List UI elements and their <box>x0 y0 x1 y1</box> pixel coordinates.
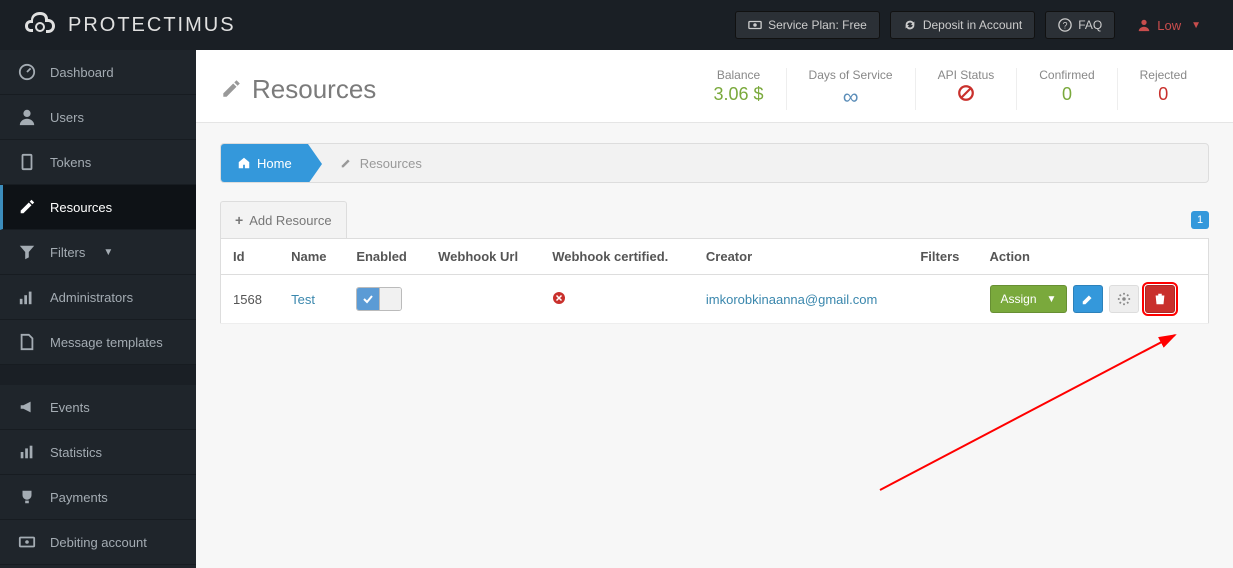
col-filters: Filters <box>908 239 977 275</box>
add-resource-button[interactable]: + Add Resource <box>220 201 347 238</box>
stat-balance: Balance 3.06 $ <box>691 68 785 110</box>
x-circle-icon <box>552 293 566 308</box>
plus-icon: + <box>235 212 243 228</box>
stat-confirmed: Confirmed 0 <box>1016 68 1116 110</box>
deposit-button[interactable]: Deposit in Account <box>890 11 1035 39</box>
user-menu[interactable]: Low ▼ <box>1125 12 1213 39</box>
edit-icon <box>220 78 242 100</box>
settings-button[interactable] <box>1109 285 1139 313</box>
gear-icon <box>1117 292 1131 306</box>
sidebar-item-label: Statistics <box>50 445 102 460</box>
topbar: PROTECTIMUS Service Plan: Free Deposit i… <box>0 0 1233 50</box>
sidebar-item-events[interactable]: Events <box>0 385 196 430</box>
sidebar-item-label: Events <box>50 400 90 415</box>
breadcrumb-current: Resources <box>328 156 434 171</box>
assign-button[interactable]: Assign ▼ <box>990 285 1068 313</box>
sidebar: Dashboard Users Tokens Resources Filters… <box>0 50 196 568</box>
user-icon <box>1137 18 1151 32</box>
sidebar-item-label: Payments <box>50 490 108 505</box>
sidebar-item-label: Users <box>50 110 84 125</box>
dashboard-icon <box>18 63 36 81</box>
edit-icon <box>340 156 354 170</box>
cell-id: 1568 <box>221 275 280 324</box>
file-icon <box>18 333 36 351</box>
sidebar-item-label: Tokens <box>50 155 91 170</box>
stat-api: API Status <box>915 68 1017 110</box>
edit-button[interactable] <box>1073 285 1103 313</box>
breadcrumb-home[interactable]: Home <box>221 144 308 182</box>
pencil-icon <box>1081 292 1095 306</box>
cell-webhook-url <box>426 275 540 324</box>
stat-rejected: Rejected 0 <box>1117 68 1209 110</box>
delete-button[interactable] <box>1145 285 1175 313</box>
col-webhook-url: Webhook Url <box>426 239 540 275</box>
resources-table: Id Name Enabled Webhook Url Webhook cert… <box>220 238 1209 324</box>
sidebar-item-label: Administrators <box>50 290 133 305</box>
enabled-toggle[interactable] <box>356 287 402 311</box>
sidebar-item-label: Dashboard <box>50 65 114 80</box>
money-icon <box>18 533 36 551</box>
col-name: Name <box>279 239 344 275</box>
sidebar-item-label: Message templates <box>50 335 163 350</box>
ban-icon <box>938 84 995 107</box>
caret-down-icon: ▼ <box>1047 294 1057 305</box>
table-row: 1568 Test <box>221 275 1209 324</box>
chart-icon <box>18 443 36 461</box>
faq-button[interactable]: ? FAQ <box>1045 11 1115 39</box>
trophy-icon <box>18 488 36 506</box>
svg-text:?: ? <box>1063 21 1068 31</box>
creator-link[interactable]: imkorobkinaanna@gmail.com <box>706 292 877 307</box>
service-plan-button[interactable]: Service Plan: Free <box>735 11 880 39</box>
breadcrumb: Home Resources <box>220 143 1209 183</box>
resource-name-link[interactable]: Test <box>291 292 315 307</box>
question-icon: ? <box>1058 18 1072 32</box>
check-icon <box>362 293 374 305</box>
logo[interactable]: PROTECTIMUS <box>20 5 236 45</box>
col-enabled: Enabled <box>344 239 426 275</box>
filter-icon <box>18 243 36 261</box>
megaphone-icon <box>18 398 36 416</box>
home-icon <box>237 156 251 170</box>
sidebar-item-dashboard[interactable]: Dashboard <box>0 50 196 95</box>
sidebar-item-message-templates[interactable]: Message templates <box>0 320 196 365</box>
page-title: Resources <box>220 74 376 105</box>
stat-days: Days of Service ∞ <box>786 68 915 110</box>
col-action: Action <box>978 239 1209 275</box>
caret-down-icon: ▼ <box>103 247 113 258</box>
trash-icon <box>1153 292 1167 306</box>
user-icon <box>18 108 36 126</box>
money-icon <box>748 18 762 32</box>
sidebar-item-label: Resources <box>50 200 112 215</box>
sidebar-item-resources[interactable]: Resources <box>0 185 196 230</box>
caret-down-icon: ▼ <box>1191 20 1201 31</box>
logo-text: PROTECTIMUS <box>68 14 236 37</box>
sidebar-item-label: Debiting account <box>50 535 147 550</box>
sidebar-item-administrators[interactable]: Administrators <box>0 275 196 320</box>
col-webhook-cert: Webhook certified. <box>540 239 694 275</box>
main: Resources Balance 3.06 $ Days of Service… <box>196 50 1233 568</box>
sidebar-item-filters[interactable]: Filters ▼ <box>0 230 196 275</box>
sidebar-item-tokens[interactable]: Tokens <box>0 140 196 185</box>
logo-icon <box>20 5 60 45</box>
col-creator: Creator <box>694 239 908 275</box>
edit-icon <box>18 198 36 216</box>
sidebar-item-users[interactable]: Users <box>0 95 196 140</box>
cell-filters <box>908 275 977 324</box>
sidebar-item-statistics[interactable]: Statistics <box>0 430 196 475</box>
bars-icon <box>18 288 36 306</box>
col-id: Id <box>221 239 280 275</box>
sidebar-item-label: Filters <box>50 245 85 260</box>
tablet-icon <box>18 153 36 171</box>
sidebar-item-debiting-account[interactable]: Debiting account <box>0 520 196 565</box>
sidebar-item-payments[interactable]: Payments <box>0 475 196 520</box>
refresh-icon <box>903 18 917 32</box>
page-number-badge[interactable]: 1 <box>1191 211 1209 229</box>
